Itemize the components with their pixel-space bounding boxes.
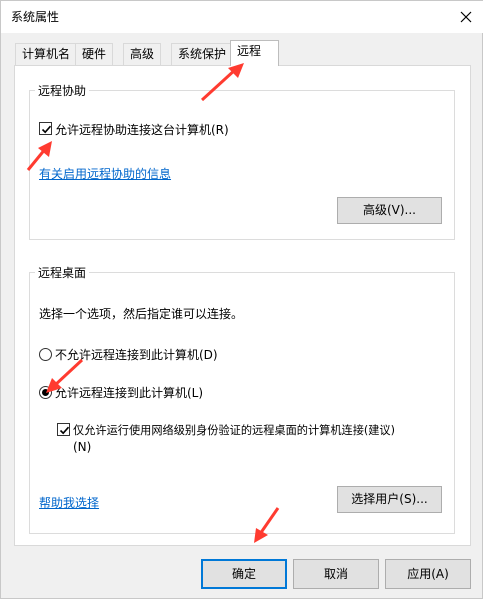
deny-remote-label[interactable]: 不允许远程连接到此计算机(D) <box>55 346 218 363</box>
tab-label: 高级 <box>130 47 155 61</box>
checkmark-icon <box>59 426 70 435</box>
select-users-button[interactable]: 选择用户(S)... <box>337 486 442 513</box>
tab-label: 硬件 <box>82 47 107 61</box>
tab-system-protection[interactable]: 系统保护 <box>171 43 234 65</box>
advanced-button-label: 高级(V)... <box>362 203 417 217</box>
select-users-button-label: 选择用户(S)... <box>351 492 428 506</box>
ok-button-label: 确定 <box>231 567 256 581</box>
apply-button[interactable]: 应用(A) <box>385 559 471 589</box>
remote-desktop-title: 远程桌面 <box>35 264 90 281</box>
deny-remote-radio[interactable] <box>39 348 52 361</box>
allow-remote-assistance-checkbox[interactable] <box>39 122 52 135</box>
cancel-button[interactable]: 取消 <box>293 559 379 589</box>
tab-label: 系统保护 <box>178 47 227 61</box>
checkmark-icon <box>41 125 52 134</box>
tab-hardware[interactable]: 硬件 <box>75 43 114 65</box>
tab-advanced[interactable]: 高级 <box>123 43 162 65</box>
nla-checkbox[interactable] <box>57 423 70 436</box>
nla-label-line2[interactable]: (N) <box>73 440 91 454</box>
apply-button-label: 应用(A) <box>407 567 449 581</box>
radio-selected-dot <box>42 389 49 396</box>
tab-label: 远程 <box>237 44 262 58</box>
remote-assistance-title: 远程协助 <box>35 82 90 99</box>
allow-remote-assistance-label[interactable]: 允许远程协助连接这台计算机(R) <box>55 121 229 138</box>
remote-assistance-info-link[interactable]: 有关启用远程协助的信息 <box>39 165 171 182</box>
window-title: 系统属性 <box>11 10 60 24</box>
nla-label-line1[interactable]: 仅允许运行使用网络级别身份验证的远程桌面的计算机连接(建议) <box>73 422 395 438</box>
close-icon[interactable] <box>456 7 476 27</box>
allow-remote-label[interactable]: 允许远程连接到此计算机(L) <box>55 384 203 401</box>
tab-label: 计算机名 <box>22 47 71 61</box>
tab-remote[interactable]: 远程 <box>230 40 279 66</box>
cancel-button-label: 取消 <box>323 567 348 581</box>
system-properties-dialog: 系统属性 计算机名 硬件 高级 系统保护 远程 远程协助 允许远程协助连接这台计… <box>0 0 483 599</box>
remote-desktop-instruction: 选择一个选项，然后指定谁可以连接。 <box>39 307 244 321</box>
tab-panel-remote: 远程协助 允许远程协助连接这台计算机(R) 有关启用远程协助的信息 高级(V).… <box>14 65 471 546</box>
ok-button[interactable]: 确定 <box>201 559 287 589</box>
advanced-button[interactable]: 高级(V)... <box>337 197 442 224</box>
allow-remote-radio[interactable] <box>39 386 52 399</box>
title-bar: 系统属性 <box>1 1 483 33</box>
help-me-choose-link[interactable]: 帮助我选择 <box>39 494 99 511</box>
tab-computer-name[interactable]: 计算机名 <box>15 43 78 65</box>
